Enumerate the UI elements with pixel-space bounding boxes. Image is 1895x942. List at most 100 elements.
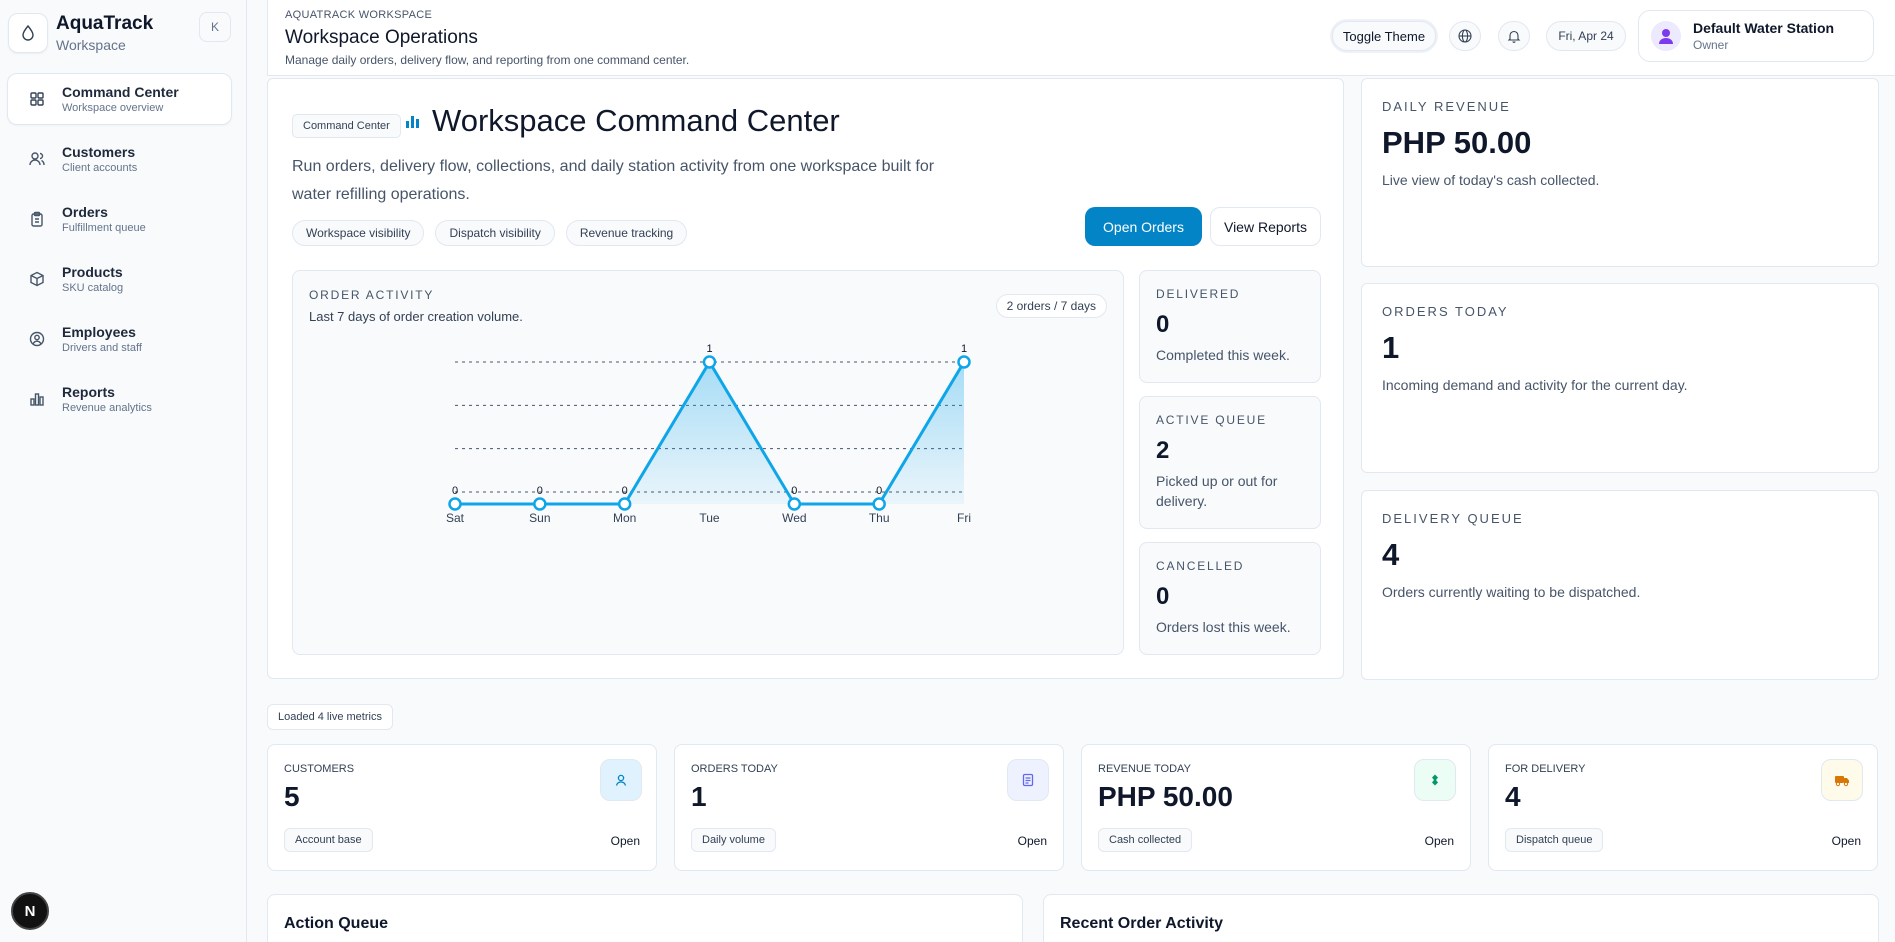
data-point xyxy=(617,497,632,511)
stat-card-delivered: DELIVERED 0 Completed this week. xyxy=(1139,270,1321,383)
user-avatar[interactable]: N xyxy=(11,892,49,930)
globe-icon xyxy=(1458,29,1472,43)
top-header: AQUATRACK WORKSPACE Workspace Operations… xyxy=(267,0,1895,76)
truck-icon xyxy=(1821,759,1863,801)
metric-label: ORDERS TODAY xyxy=(691,763,778,775)
sidebar-item-label: Orders xyxy=(62,203,108,220)
metric-value: 5 xyxy=(284,781,300,812)
user-icon xyxy=(600,759,642,801)
bell-icon xyxy=(1507,30,1521,43)
sidebar-nav: Command Center Workspace overview Custom… xyxy=(7,73,232,433)
open-orders-button[interactable]: Open Orders xyxy=(1085,207,1202,246)
data-point xyxy=(957,355,971,369)
sidebar-item-sub: Workspace overview xyxy=(62,101,164,114)
metric-open-link[interactable]: Open xyxy=(611,834,640,848)
x-tick-label: Tue xyxy=(699,511,720,525)
order-activity-chart: 0 Sat 0 Sun 0 Mon 1 Tue 0 Wed 0 Thu 1 Fri xyxy=(446,343,971,525)
user-circle-icon xyxy=(28,330,46,348)
stat-description: Picked up or out for delivery. xyxy=(1156,473,1278,509)
x-tick-label: Sun xyxy=(529,511,550,525)
water-drop-icon xyxy=(8,13,48,53)
users-icon xyxy=(28,150,46,168)
hero-tag: Command Center xyxy=(292,114,401,138)
metric-open-link[interactable]: Open xyxy=(1018,834,1047,848)
side-card-description: Live view of today's cash collected. xyxy=(1382,172,1600,188)
sidebar-item-customers[interactable]: Customers Client accounts xyxy=(7,133,232,185)
x-tick-label: Fri xyxy=(957,511,971,525)
hero-description: Run orders, delivery flow, collections, … xyxy=(292,158,935,203)
action-queue-panel: Action Queue xyxy=(267,894,1023,942)
notifications-button[interactable] xyxy=(1498,21,1530,51)
action-queue-title: Action Queue xyxy=(284,915,389,932)
metric-card-for-delivery[interactable]: FOR DELIVERY 4 Dispatch queue Open xyxy=(1488,744,1878,871)
sidebar-item-sub: Client accounts xyxy=(62,161,138,174)
x-tick-label: Mon xyxy=(613,511,636,525)
data-label: 0 xyxy=(452,485,458,497)
orders-today-card: ORDERS TODAY 1 Incoming demand and activ… xyxy=(1361,283,1879,473)
metric-chip: Account base xyxy=(284,828,373,852)
metric-value: 4 xyxy=(1505,781,1521,812)
side-card-label: ORDERS TODAY xyxy=(1382,304,1509,319)
metric-card-customers[interactable]: CUSTOMERS 5 Account base Open xyxy=(267,744,657,871)
sidebar-item-label: Command Center xyxy=(62,83,179,100)
data-label: 1 xyxy=(706,343,712,355)
series-area xyxy=(455,362,964,504)
view-reports-button[interactable]: View Reports xyxy=(1210,207,1321,246)
stat-card-cancelled: CANCELLED 0 Orders lost this week. xyxy=(1139,542,1321,655)
sidebar-item-orders[interactable]: Orders Fulfillment queue xyxy=(7,193,232,245)
side-card-label: DELIVERY QUEUE xyxy=(1382,511,1524,526)
side-card-value: 4 xyxy=(1382,537,1400,572)
data-label: 0 xyxy=(876,485,882,497)
brand-subtitle: Workspace xyxy=(56,37,126,53)
stat-value: 2 xyxy=(1156,437,1170,464)
brand[interactable]: AquaTrack Workspace xyxy=(8,12,153,54)
metric-chip: Cash collected xyxy=(1098,828,1193,852)
x-tick-label: Thu xyxy=(869,511,890,525)
bar-chart-icon xyxy=(28,390,46,408)
data-point xyxy=(448,497,462,511)
metric-value: 1 xyxy=(691,781,707,812)
sidebar-item-products[interactable]: Products SKU catalog xyxy=(7,253,232,305)
grid-icon xyxy=(28,90,46,108)
stat-label: DELIVERED xyxy=(1156,287,1241,301)
collapse-sidebar-button[interactable]: K xyxy=(199,12,231,42)
sidebar-item-reports[interactable]: Reports Revenue analytics xyxy=(7,373,232,425)
header-eyebrow: AQUATRACK WORKSPACE xyxy=(285,9,433,21)
side-card-value: 1 xyxy=(1382,330,1400,365)
metric-label: CUSTOMERS xyxy=(284,763,355,775)
sidebar-item-command-center[interactable]: Command Center Workspace overview xyxy=(7,73,232,125)
stat-label: CANCELLED xyxy=(1156,559,1245,573)
stat-value: 0 xyxy=(1156,311,1170,338)
stat-label: ACTIVE QUEUE xyxy=(1156,413,1267,427)
sidebar-item-employees[interactable]: Employees Drivers and staff xyxy=(7,313,232,365)
bar-chart-icon xyxy=(405,113,423,134)
data-point xyxy=(787,497,802,511)
metric-chip: Daily volume xyxy=(691,828,776,852)
sidebar-item-sub: Revenue analytics xyxy=(62,401,152,414)
brand-name: AquaTrack xyxy=(56,13,154,34)
sidebar-item-sub: Drivers and staff xyxy=(62,341,142,354)
chip-workspace-visibility: Workspace visibility xyxy=(292,220,425,246)
metric-chip: Dispatch queue xyxy=(1505,828,1604,852)
toggle-theme-button[interactable]: Toggle Theme xyxy=(1332,21,1436,51)
metric-card-revenue-today[interactable]: REVENUE TODAY PHP 50.00 Cash collected O… xyxy=(1081,744,1471,871)
data-point xyxy=(872,497,886,511)
recent-activity-title: Recent Order Activity xyxy=(1060,915,1224,932)
metric-value: PHP 50.00 xyxy=(1098,781,1233,812)
sidebar-item-label: Employees xyxy=(62,323,136,340)
metric-card-orders-today[interactable]: ORDERS TODAY 1 Daily volume Open xyxy=(674,744,1064,871)
metric-label: FOR DELIVERY xyxy=(1505,763,1586,775)
station-switcher[interactable]: Default Water Station Owner xyxy=(1638,10,1874,62)
stat-description: Orders lost this week. xyxy=(1156,619,1291,635)
sidebar-item-sub: Fulfillment queue xyxy=(62,221,146,234)
metric-open-link[interactable]: Open xyxy=(1425,834,1454,848)
language-button[interactable] xyxy=(1449,21,1481,51)
side-card-description: Orders currently waiting to be dispatche… xyxy=(1382,584,1641,600)
delivery-queue-card: DELIVERY QUEUE 4 Orders currently waitin… xyxy=(1361,490,1879,680)
station-name: Default Water Station xyxy=(1693,19,1835,36)
box-icon xyxy=(28,270,46,288)
metric-open-link[interactable]: Open xyxy=(1832,834,1861,848)
data-label: 0 xyxy=(537,485,543,497)
x-tick-label: Sat xyxy=(446,511,465,525)
data-label: 1 xyxy=(961,343,967,355)
